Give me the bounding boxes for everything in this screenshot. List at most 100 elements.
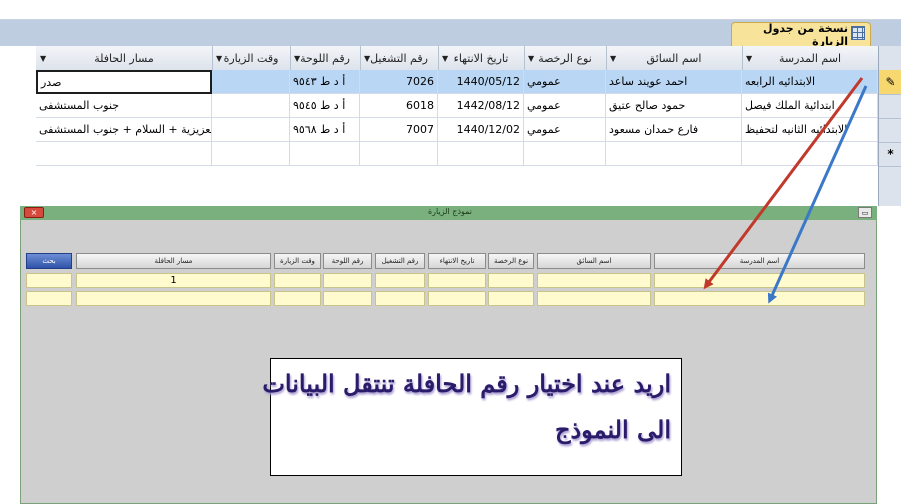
form-field-driver[interactable] [537, 273, 651, 288]
cell-operation-no[interactable]: 7007 [360, 118, 438, 142]
form-field-driver[interactable] [537, 291, 651, 306]
form-field-expiry[interactable] [428, 273, 486, 288]
cell-driver[interactable]: احمد عويند ساعد [606, 70, 742, 94]
cell-driver[interactable]: حمود صالح عتيق [606, 94, 742, 118]
dropdown-arrow-icon[interactable]: ▼ [528, 54, 534, 63]
cell-plate[interactable]: أ د ط ٩٥٤٥ [290, 94, 360, 118]
datasheet-grid: اسم المدرسة ▼ اسم السائق ▼ نوع الرخصة ▼ تار… [0, 46, 879, 206]
form-title: نموذج الزيارة [427, 207, 473, 216]
cell-license[interactable]: عمومي [524, 70, 606, 94]
form-field-search[interactable] [26, 291, 72, 306]
column-header-label: نوع الرخصة [538, 51, 592, 65]
column-header-label: رقم التشغيل [370, 51, 428, 65]
dropdown-arrow-icon[interactable]: ▼ [746, 54, 752, 63]
cell-school[interactable]: الابتدائيه الثانيه لتحفيظ [742, 118, 878, 142]
column-header-school[interactable]: اسم المدرسة ▼ [742, 46, 879, 71]
restore-button[interactable]: ▭ [858, 207, 872, 218]
form-field-search[interactable] [26, 273, 72, 288]
form-label-school: اسم المدرسة [654, 253, 865, 269]
table-row-new[interactable] [0, 142, 878, 166]
column-header-route[interactable]: مسار الحافلة ▼ [36, 46, 213, 71]
cell-driver[interactable]: فارع حمدان مسعود [606, 118, 742, 142]
column-header-license[interactable]: نوع الرخصة ▼ [524, 46, 607, 71]
dropdown-arrow-icon[interactable]: ▼ [364, 54, 370, 63]
form-field-visit-time[interactable] [274, 273, 321, 288]
form-field-license[interactable] [488, 273, 534, 288]
search-button[interactable]: بحث [26, 253, 72, 269]
form-label-driver: اسم السائق [537, 253, 651, 269]
cell-plate[interactable] [290, 142, 360, 166]
dropdown-arrow-icon[interactable]: ▼ [294, 54, 300, 63]
form-field-visit-time[interactable] [274, 291, 321, 306]
cell-visit-time[interactable] [212, 118, 290, 142]
cell-route[interactable]: العزيزية + السلام + جنوب المستشفى [36, 118, 212, 142]
cell-route[interactable] [36, 142, 212, 166]
cell-operation-no[interactable]: 6018 [360, 94, 438, 118]
cell-operation-no[interactable] [360, 142, 438, 166]
top-strip [0, 0, 901, 20]
dropdown-arrow-icon[interactable]: ▼ [442, 54, 448, 63]
column-header-label: اسم السائق [646, 51, 702, 65]
cell-expiry[interactable]: 1440/12/02 [438, 118, 524, 142]
column-header-label: رقم اللوحة [300, 51, 350, 65]
form-field-expiry[interactable] [428, 291, 486, 306]
cell-license[interactable]: عمومي [524, 118, 606, 142]
table-icon [851, 26, 865, 40]
cell-school[interactable] [742, 142, 878, 166]
cell-route-editing[interactable]: صدر [36, 70, 212, 94]
cell-visit-time[interactable] [212, 94, 290, 118]
dropdown-arrow-icon[interactable]: ▼ [610, 54, 616, 63]
cell-plate[interactable]: أ د ط ٩٥٦٨ [290, 118, 360, 142]
table-row[interactable]: الابتدائيه الرابعه احمد عويند ساعد عمومي… [0, 70, 878, 94]
form-label-license: نوع الرخصة [488, 253, 534, 269]
tab-table-copy[interactable]: نسخة من جدول الزيارة [731, 22, 871, 48]
cell-license[interactable]: عمومي [524, 94, 606, 118]
form-label-visit-time: وقت الزيارة [274, 253, 321, 269]
form-label-operation-no: رقم التشغيل [375, 253, 425, 269]
column-header-plate[interactable]: رقم اللوحة ▼ [290, 46, 361, 71]
record-selector[interactable] [879, 94, 901, 119]
form-field-school[interactable] [654, 273, 865, 288]
form-label-route: مسار الحافلة [76, 253, 271, 269]
cell-school[interactable]: ابتدائية الملك فيصل [742, 94, 878, 118]
current-record-icon[interactable]: ✎ [879, 70, 901, 95]
form-field-plate[interactable] [323, 291, 372, 306]
column-header-visit-time[interactable]: وقت الزيارة ▼ [212, 46, 291, 71]
cell-expiry[interactable]: 1442/08/12 [438, 94, 524, 118]
annotation-box: اريد عند اختيار رقم الحافلة تنتقل البيان… [262, 358, 682, 476]
table-row[interactable]: الابتدائيه الثانيه لتحفيظ فارع حمدان مسع… [0, 118, 878, 142]
form-field-route[interactable] [76, 291, 271, 306]
cell-plate[interactable]: أ د ط ٩٥٤٣ [290, 70, 360, 94]
column-header-operation-no[interactable]: رقم التشغيل ▼ [360, 46, 439, 71]
cell-expiry[interactable]: 1440/05/12 [438, 70, 524, 94]
new-record-icon[interactable]: * [879, 142, 901, 167]
form-label-expiry: تاريخ الانتهاء [428, 253, 486, 269]
cell-visit-time[interactable] [212, 70, 290, 94]
column-header-label: تاريخ الانتهاء [453, 51, 509, 65]
form-field-plate[interactable] [323, 273, 372, 288]
cell-expiry[interactable] [438, 142, 524, 166]
column-header-driver[interactable]: اسم السائق ▼ [606, 46, 743, 71]
form-field-school[interactable] [654, 291, 865, 306]
form-field-operation-no[interactable] [375, 291, 425, 306]
annotation-line-2: الى النموذج [554, 415, 671, 444]
table-row[interactable]: ابتدائية الملك فيصل حمود صالح عتيق عمومي… [0, 94, 878, 118]
close-button[interactable]: × [24, 207, 44, 218]
column-header-expiry[interactable]: تاريخ الانتهاء ▼ [438, 46, 525, 71]
cell-operation-no[interactable]: 7026 [360, 70, 438, 94]
record-selector[interactable] [879, 118, 901, 143]
column-header-label: اسم المدرسة [778, 51, 842, 65]
form-field-license[interactable] [488, 291, 534, 306]
record-selector-column: ✎ * [878, 46, 901, 206]
dropdown-arrow-icon[interactable]: ▼ [40, 54, 46, 63]
cell-driver[interactable] [606, 142, 742, 166]
dropdown-arrow-icon[interactable]: ▼ [216, 54, 222, 63]
cell-school[interactable]: الابتدائيه الرابعه [742, 70, 878, 94]
form-field-route[interactable]: 1 [76, 273, 271, 288]
cell-visit-time[interactable] [212, 142, 290, 166]
cell-route[interactable]: جنوب المستشفى [36, 94, 212, 118]
cell-license[interactable] [524, 142, 606, 166]
annotation-line-1: اريد عند اختيار رقم الحافلة تنتقل البيان… [262, 369, 671, 398]
column-header-label: مسار الحافلة [94, 51, 154, 65]
form-field-operation-no[interactable] [375, 273, 425, 288]
